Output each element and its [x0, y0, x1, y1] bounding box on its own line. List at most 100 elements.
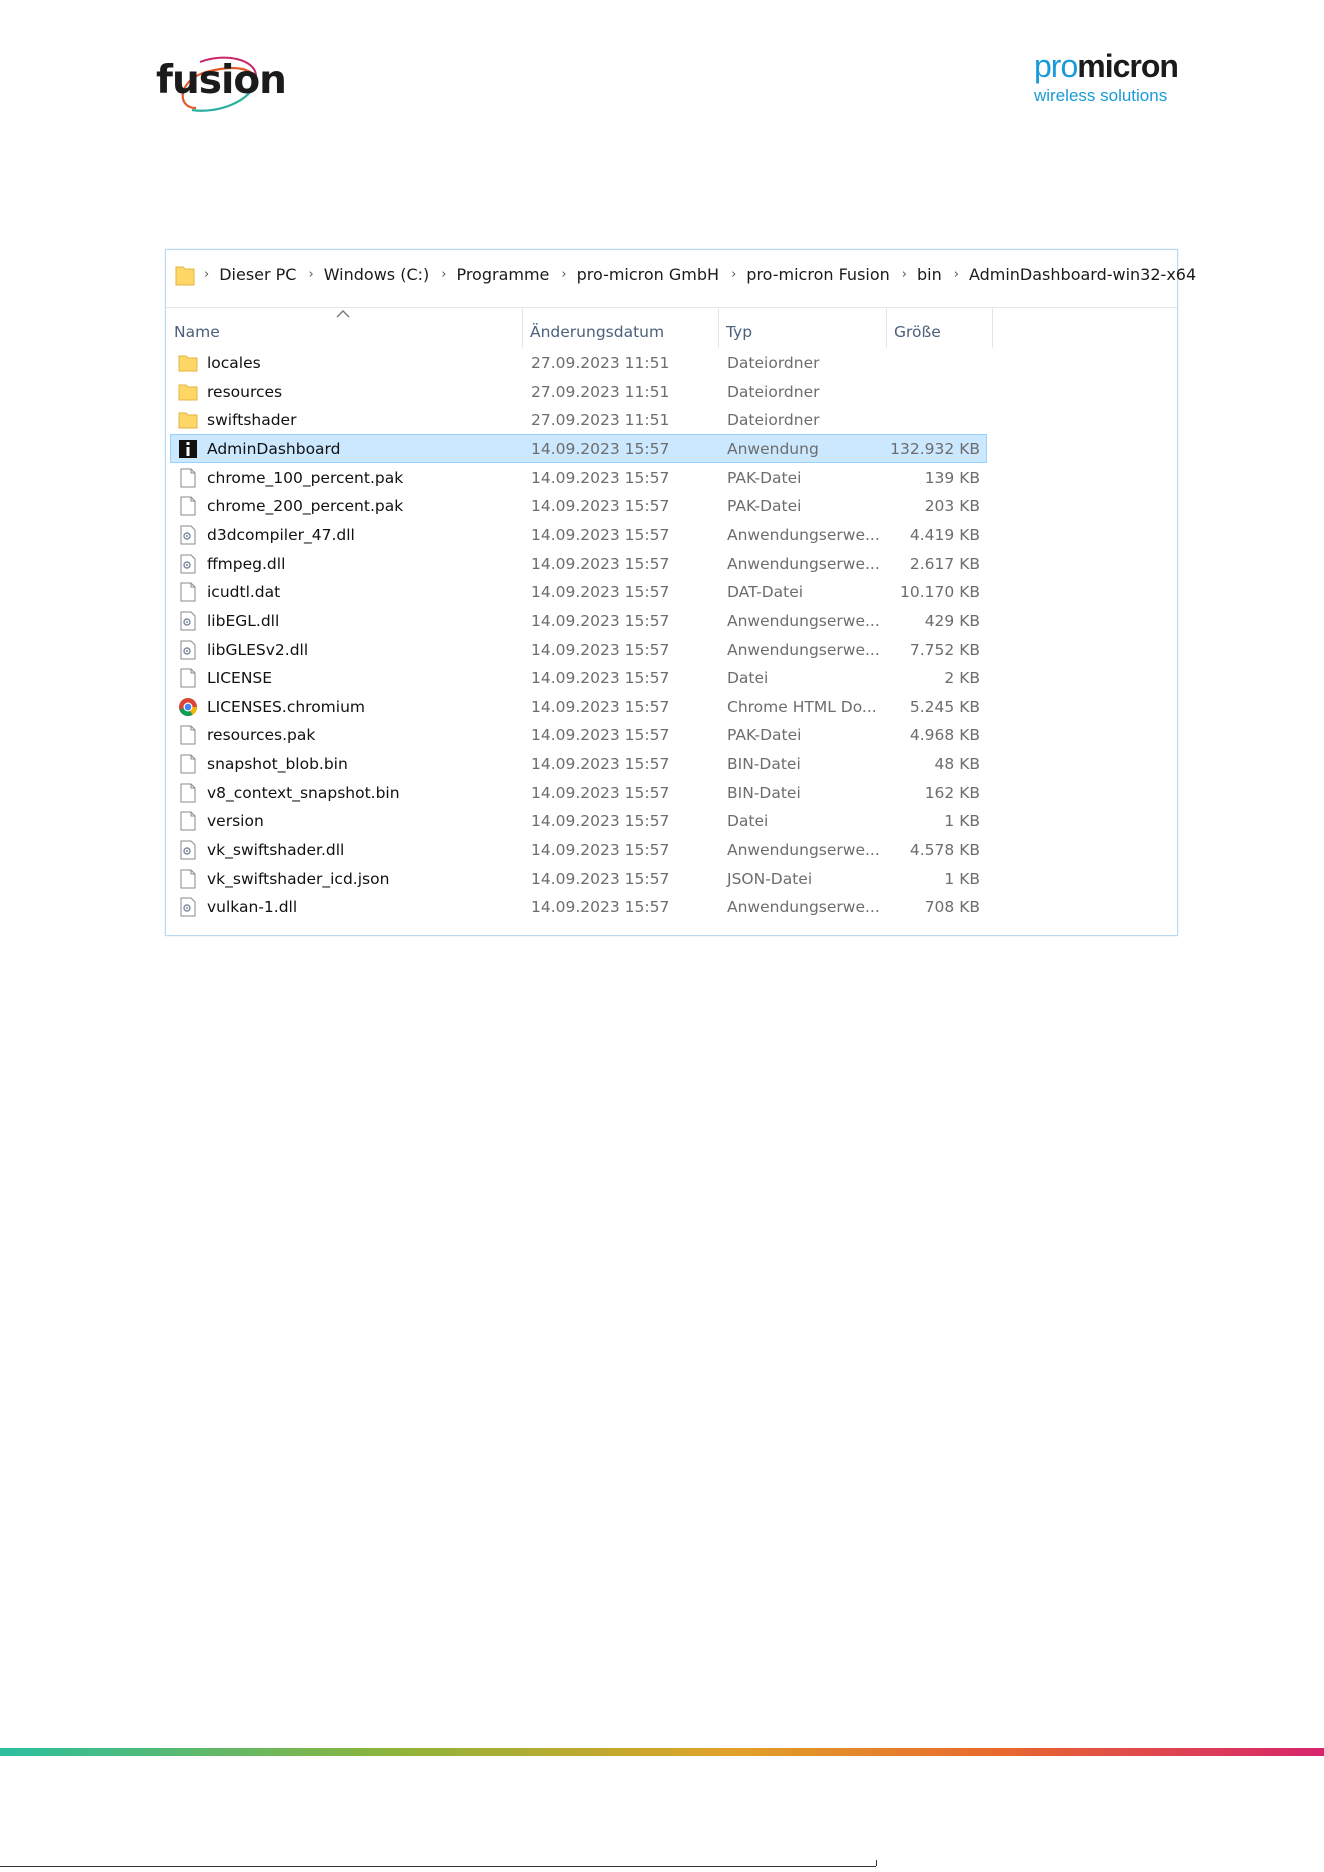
- file-name: v8_context_snapshot.bin: [207, 783, 400, 802]
- file-name: resources.pak: [207, 726, 316, 745]
- breadcrumb-item[interactable]: Dieser PC: [219, 265, 296, 284]
- file-name: version: [207, 812, 264, 831]
- column-header-size[interactable]: Größe: [894, 323, 941, 341]
- breadcrumb-item[interactable]: pro-micron GmbH: [577, 265, 719, 284]
- file-icon: [178, 869, 198, 889]
- file-row[interactable]: d3dcompiler_47.dll 14.09.2023 15:57 Anwend…: [170, 520, 987, 549]
- file-name: chrome_200_percent.pak: [207, 497, 404, 516]
- folder-icon: [178, 382, 198, 402]
- file-date: 14.09.2023 15:57: [531, 869, 670, 888]
- file-size: 429 KB: [924, 611, 980, 630]
- file-date: 14.09.2023 15:57: [531, 640, 670, 659]
- breadcrumb-item[interactable]: Programme: [456, 265, 549, 284]
- file-row[interactable]: resources 27.09.2023 11:51 Dateiordner: [170, 377, 987, 406]
- column-header-type[interactable]: Typ: [726, 323, 752, 341]
- dll-icon: [178, 840, 198, 860]
- sort-ascending-icon: [336, 310, 350, 318]
- file-date: 27.09.2023 11:51: [531, 411, 670, 430]
- file-name: icudtl.dat: [207, 583, 281, 602]
- file-row[interactable]: libEGL.dll 14.09.2023 15:57 Anwendungserwe…: [170, 606, 987, 635]
- breadcrumb-item[interactable]: AdminDashboard-win32-x64: [969, 265, 1196, 284]
- chevron-right-icon[interactable]: ›: [731, 267, 736, 282]
- file-row[interactable]: LICENSES.chromium 14.09.2023 15:57 Chrome …: [170, 692, 987, 721]
- file-row[interactable]: LICENSE 14.09.2023 15:57 Datei 2 KB: [170, 663, 987, 692]
- file-size: 4.968 KB: [909, 726, 980, 745]
- file-row[interactable]: icudtl.dat 14.09.2023 15:57 DAT-Datei 10.17…: [170, 577, 987, 606]
- file-name: chrome_100_percent.pak: [207, 468, 404, 487]
- file-type: PAK-Datei: [727, 726, 802, 745]
- promicron-logo: promicron wireless solutions: [1034, 48, 1179, 108]
- file-row[interactable]: chrome_200_percent.pak 14.09.2023 15:57 PA…: [170, 491, 987, 520]
- file-row[interactable]: locales 27.09.2023 11:51 Dateiordner: [170, 348, 987, 377]
- file-size: 48 KB: [934, 755, 980, 774]
- footer-gradient-bar: [0, 1748, 1324, 1756]
- file-type: Datei: [727, 669, 769, 688]
- promicron-logo-wordmark: promicron: [1034, 48, 1179, 84]
- address-bar[interactable]: › Dieser PC › Windows (C:) › Programme › pro-mi…: [166, 250, 1196, 308]
- dll-icon: [178, 611, 198, 631]
- file-size: 7.752 KB: [909, 640, 980, 659]
- file-row[interactable]: version 14.09.2023 15:57 Datei 1 KB: [170, 806, 987, 835]
- file-size: 4.419 KB: [909, 525, 980, 544]
- file-type: DAT-Datei: [727, 583, 804, 602]
- file-type: Chrome HTML Do...: [727, 697, 877, 716]
- file-type: Anwendungserwe...: [727, 898, 880, 917]
- column-divider[interactable]: [992, 308, 993, 348]
- column-header-name[interactable]: Name: [174, 323, 220, 341]
- file-date: 14.09.2023 15:57: [531, 697, 670, 716]
- column-divider[interactable]: [718, 308, 719, 348]
- file-icon: [178, 725, 198, 745]
- file-date: 14.09.2023 15:57: [531, 497, 670, 516]
- file-name: LICENSE: [207, 669, 273, 688]
- file-row[interactable]: vk_swiftshader.dll 14.09.2023 15:57 Anwend…: [170, 835, 987, 864]
- file-type: PAK-Datei: [727, 468, 802, 487]
- dll-icon: [178, 640, 198, 660]
- file-row[interactable]: snapshot_blob.bin 14.09.2023 15:57 BIN-Dat…: [170, 749, 987, 778]
- chevron-right-icon[interactable]: ›: [561, 267, 566, 282]
- file-icon: [178, 582, 198, 602]
- app-icon: [178, 439, 198, 459]
- column-divider[interactable]: [886, 308, 887, 348]
- file-size: 203 KB: [924, 497, 980, 516]
- file-name: vk_swiftshader_icd.json: [207, 869, 390, 888]
- column-header-date[interactable]: Änderungsdatum: [530, 323, 664, 341]
- chevron-right-icon[interactable]: ›: [902, 267, 907, 282]
- file-row[interactable]: swiftshader 27.09.2023 11:51 Dateiordner: [170, 405, 987, 434]
- file-date: 14.09.2023 15:57: [531, 611, 670, 630]
- file-size: 132.932 KB: [890, 439, 980, 458]
- file-row[interactable]: vk_swiftshader_icd.json 14.09.2023 15:57 J…: [170, 864, 987, 893]
- chevron-right-icon[interactable]: ›: [954, 267, 959, 282]
- chevron-right-icon[interactable]: ›: [308, 267, 313, 282]
- chevron-right-icon[interactable]: ›: [441, 267, 446, 282]
- fusion-logo-text: fusion: [156, 58, 287, 103]
- breadcrumb-item[interactable]: Windows (C:): [324, 265, 430, 284]
- file-name: AdminDashboard: [207, 439, 341, 458]
- file-date: 14.09.2023 15:57: [531, 726, 670, 745]
- column-divider[interactable]: [522, 308, 523, 348]
- file-type: Anwendungserwe...: [727, 525, 880, 544]
- file-icon: [178, 783, 198, 803]
- chevron-right-icon[interactable]: ›: [204, 267, 209, 282]
- file-size: 2.617 KB: [909, 554, 980, 573]
- file-size: 4.578 KB: [909, 841, 980, 860]
- file-size: 1 KB: [944, 812, 980, 831]
- file-size: 708 KB: [924, 898, 980, 917]
- file-row[interactable]: v8_context_snapshot.bin 14.09.2023 15:57 B…: [170, 778, 987, 807]
- file-date: 14.09.2023 15:57: [531, 755, 670, 774]
- file-date: 14.09.2023 15:57: [531, 439, 670, 458]
- breadcrumb-item[interactable]: bin: [917, 265, 942, 284]
- file-row[interactable]: chrome_100_percent.pak 14.09.2023 15:57 PA…: [170, 463, 987, 492]
- folder-icon: [178, 410, 198, 430]
- file-name: locales: [207, 354, 261, 372]
- file-type: Datei: [727, 812, 769, 831]
- file-row[interactable]: AdminDashboard 14.09.2023 15:57 Anwendung 1…: [170, 433, 987, 463]
- chrome-icon: [178, 697, 198, 717]
- dll-icon: [178, 525, 198, 545]
- file-row[interactable]: ffmpeg.dll 14.09.2023 15:57 Anwendungserwe…: [170, 549, 987, 578]
- file-row[interactable]: vulkan-1.dll 14.09.2023 15:57 Anwendungser…: [170, 892, 987, 921]
- file-row[interactable]: resources.pak 14.09.2023 15:57 PAK-Datei 4.…: [170, 720, 987, 749]
- file-row[interactable]: libGLESv2.dll 14.09.2023 15:57 Anwendungse…: [170, 635, 987, 664]
- file-type: Dateiordner: [727, 354, 820, 372]
- breadcrumb-item[interactable]: pro-micron Fusion: [746, 265, 890, 284]
- file-icon: [178, 754, 198, 774]
